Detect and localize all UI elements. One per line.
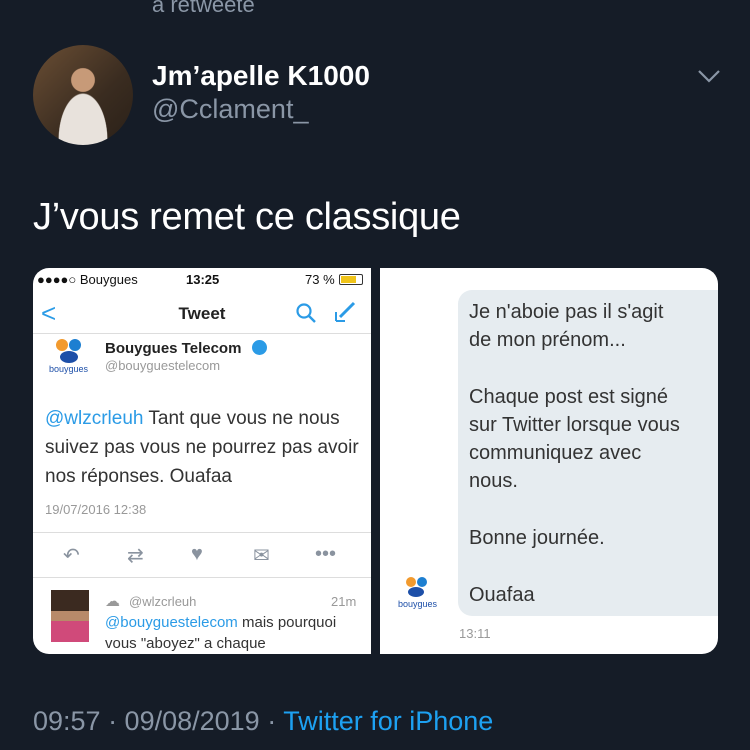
dm-line: Je n'aboie pas il s'agit bbox=[469, 301, 664, 323]
dm-line: nous. bbox=[469, 470, 518, 492]
like-icon: ♥ bbox=[191, 543, 203, 565]
action-bar: ↶ ⇄ ♥ ✉ ••• bbox=[33, 532, 371, 578]
avatar[interactable] bbox=[33, 45, 133, 145]
retweet-label: a retweeté bbox=[152, 0, 255, 17]
sub-reply-handle: @wlzcrleuh bbox=[129, 594, 197, 609]
sub-reply-time: 21m bbox=[331, 594, 357, 609]
battery-icon bbox=[339, 274, 363, 285]
tweet-timestamp[interactable]: 09:57 · 09/08/2019 bbox=[33, 706, 260, 736]
bouygues-logo: bouygues bbox=[398, 577, 438, 609]
status-bar: ●●●●○ Bouygues 13:25 73 % bbox=[33, 268, 371, 290]
display-name[interactable]: Jm’apelle K1000 bbox=[152, 60, 370, 92]
reply-text: @wlzcrleuh Tant que vous ne nous suivez … bbox=[45, 404, 365, 491]
screenshot-right: Je n'aboie pas il s'agit de mon prénom..… bbox=[380, 268, 718, 654]
battery-percent: 73 % bbox=[305, 272, 335, 287]
cloud-icon: ☁ bbox=[105, 593, 120, 610]
footer-separator: · bbox=[259, 706, 284, 736]
reply-icon: ↶ bbox=[63, 545, 80, 567]
dm-icon: ✉ bbox=[253, 545, 270, 567]
carrier-label: ●●●●○ Bouygues bbox=[37, 272, 138, 287]
status-time: 13:25 bbox=[186, 272, 220, 287]
dm-line: Ouafaa bbox=[469, 584, 535, 606]
bouygues-logo-text: bouygues bbox=[49, 364, 89, 374]
nav-bar: < Tweet bbox=[33, 290, 371, 334]
reply-mention: @wlzcrleuh bbox=[45, 408, 144, 429]
bouygues-logo-text: bouygues bbox=[398, 599, 438, 609]
brand-name: Bouygues Telecom bbox=[105, 340, 242, 357]
dm-line: Chaque post est signé bbox=[469, 386, 669, 408]
tweet-footer: 09:57 · 09/08/2019 · Twitter for iPhone bbox=[33, 706, 493, 737]
sub-reply-text: @bouyguestelecom mais pourquoi vous "abo… bbox=[105, 612, 367, 654]
chevron-down-icon[interactable] bbox=[696, 66, 722, 86]
retweet-icon: ⇄ bbox=[127, 545, 144, 567]
nav-title: Tweet bbox=[178, 304, 226, 323]
more-icon: ••• bbox=[315, 543, 337, 565]
tweet-text: J’vous remet ce classique bbox=[33, 196, 461, 238]
compose-icon bbox=[335, 301, 356, 322]
sub-reply-avatar bbox=[51, 590, 89, 642]
handle[interactable]: @Cclament_ bbox=[152, 94, 308, 125]
bouygues-logo: bouygues bbox=[49, 339, 89, 374]
dm-line: sur Twitter lorsque vous bbox=[469, 414, 680, 436]
tweet-source[interactable]: Twitter for iPhone bbox=[283, 706, 493, 736]
dm-line: de mon prénom... bbox=[469, 329, 626, 351]
dm-line: communiquez avec bbox=[469, 442, 642, 464]
dm-time: 13:11 bbox=[459, 626, 491, 641]
search-icon bbox=[296, 303, 316, 323]
verified-badge-icon bbox=[252, 340, 267, 355]
screenshot-left: ●●●●○ Bouygues 13:25 73 % < Tweet bouygu… bbox=[33, 268, 371, 654]
sub-reply-mention: @bouyguestelecom bbox=[105, 614, 238, 631]
brand-handle: @bouyguestelecom bbox=[105, 358, 221, 373]
dm-line: Bonne journée. bbox=[469, 527, 605, 549]
reply-date: 19/07/2016 12:38 bbox=[45, 502, 147, 517]
media-attachment[interactable]: ●●●●○ Bouygues 13:25 73 % < Tweet bouygu… bbox=[33, 268, 718, 654]
